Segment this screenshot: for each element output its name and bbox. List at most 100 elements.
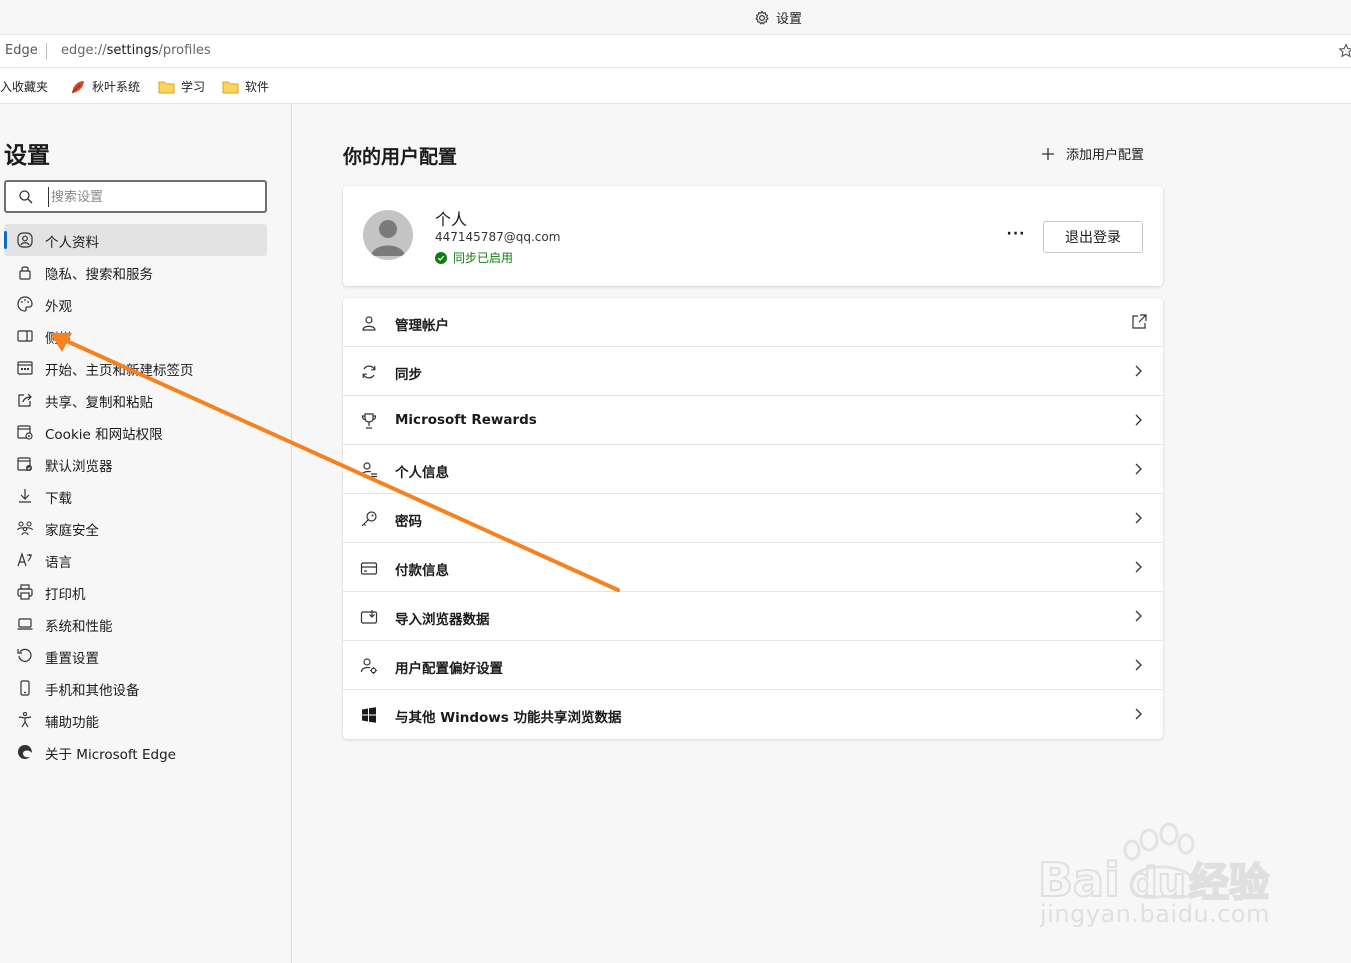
sidebar-item-label: 下载: [45, 491, 72, 507]
add-profile-button[interactable]: 添加用户配置: [1040, 144, 1144, 163]
list-item-profile-preferences[interactable]: 用户配置偏好设置: [343, 641, 1163, 690]
sidebar-item-profiles[interactable]: 个人资料: [4, 224, 267, 256]
list-item-label: 管理帐户: [395, 318, 449, 334]
url-host: settings: [106, 43, 159, 58]
external-link-icon: [1132, 314, 1147, 329]
list-item-manage-account[interactable]: 管理帐户: [343, 298, 1163, 347]
list-item-personal-info[interactable]: 个人信息: [343, 445, 1163, 494]
list-item-label: Microsoft Rewards: [395, 412, 537, 428]
sidebar-item-about[interactable]: 关于 Microsoft Edge: [4, 736, 267, 768]
download-icon: [19, 489, 31, 503]
avatar: [363, 210, 413, 260]
chevron-right-icon: [1135, 365, 1142, 377]
sidebar-item-label: 家庭安全: [45, 523, 99, 539]
more-options-button[interactable]: ···: [1004, 222, 1028, 246]
browser-icon: [17, 457, 32, 471]
profile-prefs-icon: [360, 658, 377, 674]
sidebar-item-label: 语言: [45, 555, 72, 571]
sidebar-item-default-browser[interactable]: 默认浏览器: [4, 448, 267, 480]
title-bar: 设置: [0, 0, 1351, 34]
home-tab-icon: [17, 361, 33, 375]
list-item-windows-sharing[interactable]: 与其他 Windows 功能共享浏览数据: [343, 690, 1163, 739]
list-item-label: 密码: [395, 514, 422, 530]
sidebar-item-printers[interactable]: 打印机: [4, 576, 267, 608]
plus-icon: [1042, 147, 1054, 160]
favorite-folder-study[interactable]: 学习: [158, 78, 205, 95]
reset-icon: [17, 648, 32, 662]
folder-icon: [222, 81, 239, 93]
sidebar-item-phone[interactable]: 手机和其他设备: [4, 672, 267, 704]
profile-settings-list: 管理帐户 同步 Microsoft Rewards 个人信息 密码 付款信息 导…: [343, 298, 1163, 739]
cookie-icon: [17, 425, 33, 440]
list-item-sync[interactable]: 同步: [343, 347, 1163, 396]
profile-name: 个人: [435, 210, 468, 229]
windows-icon: [362, 707, 376, 723]
search-settings-input[interactable]: [48, 187, 258, 207]
sidebar-item-cookies[interactable]: Cookie 和网站权限: [4, 416, 267, 448]
list-item-label: 同步: [395, 367, 422, 383]
sidebar-item-label: 共享、复制和粘贴: [45, 395, 153, 411]
folder-icon: [158, 81, 175, 93]
sidebar-item-label: 重置设置: [45, 651, 99, 667]
favorite-item-qiuye[interactable]: 秋叶系统: [70, 78, 140, 95]
window-title-text: 设置: [776, 12, 803, 27]
list-item-passwords[interactable]: 密码: [343, 494, 1163, 543]
accessibility-icon: [18, 711, 32, 728]
address-site-name: Edge: [5, 43, 38, 58]
import-icon: [360, 610, 378, 624]
main-content: 你的用户配置 添加用户配置 个人 447145787@qq.com 同步已启用 …: [293, 104, 1351, 963]
trophy-icon: [361, 413, 377, 429]
sidebar-item-sidebar[interactable]: 侧栏: [4, 320, 267, 352]
address-bar[interactable]: Edge edge://settings/profiles: [0, 34, 1351, 68]
sidebar-item-label: 默认浏览器: [45, 459, 113, 475]
share-icon: [18, 393, 32, 407]
active-indicator: [4, 231, 7, 249]
person-icon: [362, 316, 376, 331]
list-item-label: 用户配置偏好设置: [395, 661, 503, 677]
window-title: 设置: [754, 8, 802, 27]
search-settings-box[interactable]: [4, 180, 267, 213]
check-circle-icon: [435, 251, 447, 264]
sidebar-item-appearance[interactable]: 外观: [4, 288, 267, 320]
settings-sidebar: 设置 个人资料 隐私、搜索和服务 外观 侧栏 开始、主页和新建标签: [0, 104, 292, 963]
search-icon: [19, 190, 33, 204]
sidebar-item-downloads[interactable]: 下载: [4, 480, 267, 512]
phone-icon: [20, 680, 30, 696]
sidebar-item-accessibility[interactable]: 辅助功能: [4, 704, 267, 736]
sidebar-item-reset[interactable]: 重置设置: [4, 640, 267, 672]
list-item-import-data[interactable]: 导入浏览器数据: [343, 592, 1163, 641]
printer-icon: [17, 584, 33, 600]
list-item-rewards[interactable]: Microsoft Rewards: [343, 396, 1163, 445]
list-item-payment[interactable]: 付款信息: [343, 543, 1163, 592]
sign-out-button[interactable]: 退出登录: [1043, 221, 1143, 253]
favorite-folder-software[interactable]: 软件: [222, 78, 269, 95]
sync-status: 同步已启用: [435, 249, 513, 266]
chevron-right-icon: [1135, 414, 1142, 426]
sidebar-item-label: 系统和性能: [45, 619, 113, 635]
sidebar-item-label: 隐私、搜索和服务: [45, 267, 153, 283]
favorite-item-import[interactable]: 入收藏夹: [0, 78, 48, 95]
list-item-label: 付款信息: [395, 563, 449, 579]
sidebar-item-start-home[interactable]: 开始、主页和新建标签页: [4, 352, 267, 384]
sidebar-item-languages[interactable]: 语言: [4, 544, 267, 576]
list-item-label: 个人信息: [395, 465, 449, 481]
list-item-label: 与其他 Windows 功能共享浏览数据: [395, 710, 622, 726]
address-url[interactable]: edge://settings/profiles: [61, 43, 211, 58]
profile-email: 447145787@qq.com: [435, 230, 561, 244]
sidebar-item-share[interactable]: 共享、复制和粘贴: [4, 384, 267, 416]
sync-icon: [362, 365, 376, 379]
url-prefix: edge://: [61, 43, 107, 58]
sidebar-item-privacy[interactable]: 隐私、搜索和服务: [4, 256, 267, 288]
favorites-bar: 入收藏夹 秋叶系统 学习 软件: [0, 68, 1351, 104]
sidebar-item-system[interactable]: 系统和性能: [4, 608, 267, 640]
page-title: 你的用户配置: [343, 146, 458, 168]
sidebar-item-family[interactable]: 家庭安全: [4, 512, 267, 544]
favorite-label: 入收藏夹: [0, 80, 49, 94]
sidebar-item-label: 开始、主页和新建标签页: [45, 363, 194, 379]
palette-icon: [17, 296, 33, 312]
chevron-right-icon: [1135, 463, 1142, 475]
favorite-star-icon[interactable]: [1338, 43, 1351, 59]
add-profile-label: 添加用户配置: [1066, 148, 1145, 163]
sidebar-item-label: 外观: [45, 299, 72, 315]
avatar-person-icon: [371, 220, 405, 256]
